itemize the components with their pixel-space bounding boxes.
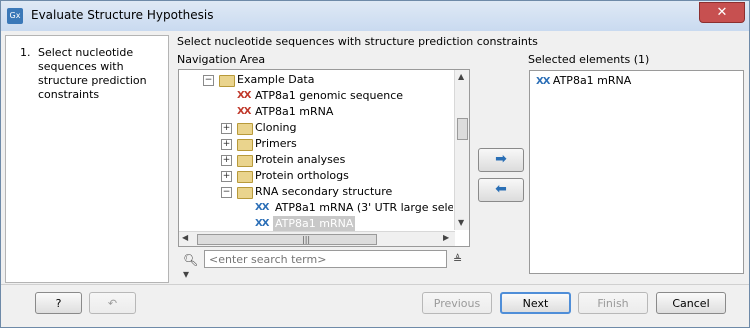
tree-item-label: Cloning — [255, 121, 297, 134]
tree-item-example-data[interactable]: − Example Data — [203, 72, 453, 88]
expand-icon[interactable]: + — [221, 171, 232, 182]
folder-icon — [237, 139, 253, 151]
dna-sequence-icon: XX — [237, 90, 251, 101]
horizontal-scrollbar[interactable]: ◀ ||| ▶ — [179, 231, 455, 246]
next-button[interactable]: Next — [500, 292, 571, 314]
tree-item-label: ATP8a1 mRNA — [255, 105, 334, 118]
list-item-label: ATP8a1 mRNA — [552, 74, 632, 87]
footer-divider — [1, 284, 749, 285]
tree-item-label: Primers — [255, 137, 297, 150]
folder-icon — [237, 155, 253, 167]
remove-from-selection-button[interactable]: ⬅ — [478, 178, 524, 202]
step-label: Select nucleotide sequences with structu… — [38, 46, 147, 101]
tree-item-label: ATP8a1 genomic sequence — [255, 89, 404, 102]
tree-item-genomic-sequence[interactable]: XX ATP8a1 genomic sequence — [237, 88, 457, 104]
window-title: Evaluate Structure Hypothesis — [31, 8, 214, 22]
tree-item-protein-orthologs[interactable]: + Protein orthologs — [221, 168, 451, 184]
scroll-thumb[interactable]: ||| — [197, 234, 377, 245]
scroll-up-icon[interactable]: ▲ — [458, 72, 464, 81]
title-bar: Gx Evaluate Structure Hypothesis ✕ — [1, 1, 749, 31]
sort-options-icon[interactable]: ≜ — [453, 253, 462, 266]
scroll-right-icon[interactable]: ▶ — [443, 233, 449, 242]
folder-icon — [237, 171, 253, 183]
content-title: Select nucleotide sequences with structu… — [177, 35, 538, 48]
tree-item-label: Example Data — [237, 73, 315, 86]
add-to-selection-button[interactable]: ➡ — [478, 148, 524, 172]
folder-icon — [237, 123, 253, 135]
tree-item-label: RNA secondary structure — [255, 185, 393, 198]
tree-item-mrna-selected[interactable]: XX ATP8a1 mRNA — [255, 216, 453, 232]
scroll-down-icon[interactable]: ▼ — [458, 218, 464, 227]
tree-item-mrna[interactable]: XX ATP8a1 mRNA — [237, 104, 457, 120]
step-number: 1. — [20, 46, 31, 59]
tree-item-protein-analyses[interactable]: + Protein analyses — [221, 152, 451, 168]
dialog-window: Gx Evaluate Structure Hypothesis ✕ 1. Se… — [0, 0, 750, 328]
tree-item-label: ATP8a1 mRNA (3' UTR large selection — [275, 201, 453, 214]
navigation-area-label: Navigation Area — [177, 53, 266, 66]
close-button[interactable]: ✕ — [699, 2, 745, 23]
collapse-icon[interactable]: − — [203, 75, 214, 86]
app-icon: Gx — [7, 8, 23, 24]
expand-icon[interactable]: + — [221, 123, 232, 134]
help-button[interactable]: ? — [35, 292, 82, 314]
tree-item-label: Protein analyses — [255, 153, 346, 166]
grip-icon: ||| — [302, 235, 311, 244]
expand-icon[interactable]: + — [221, 155, 232, 166]
expand-icon[interactable]: + — [221, 139, 232, 150]
dna-sequence-icon: XX — [237, 106, 251, 117]
tree-item-primers[interactable]: + Primers — [221, 136, 451, 152]
rna-sequence-icon: XX — [536, 76, 550, 87]
search-icon[interactable]: 🔍︎▾ — [183, 253, 203, 281]
list-item[interactable]: XX ATP8a1 mRNA — [536, 74, 631, 90]
folder-icon — [219, 75, 235, 87]
rna-sequence-icon: XX — [255, 202, 269, 213]
collapse-icon[interactable]: − — [221, 187, 232, 198]
folder-icon — [237, 187, 253, 199]
selected-elements-list[interactable]: XX ATP8a1 mRNA — [529, 70, 744, 274]
reset-button[interactable]: ↶ — [89, 292, 136, 314]
previous-button[interactable]: Previous — [422, 292, 492, 314]
rna-sequence-icon: XX — [255, 218, 269, 229]
wizard-steps-panel: 1. Select nucleotide sequences with stru… — [5, 35, 169, 283]
scroll-thumb[interactable] — [457, 118, 468, 140]
search-input[interactable] — [204, 250, 447, 268]
tree-item-rna-secondary-structure[interactable]: − RNA secondary structure — [221, 184, 451, 200]
tree-item-utr-selection[interactable]: XX ATP8a1 mRNA (3' UTR large selection — [255, 200, 453, 216]
tree-item-label: ATP8a1 mRNA — [273, 216, 356, 232]
vertical-scrollbar[interactable]: ▲ ▼ — [454, 70, 469, 230]
finish-button[interactable]: Finish — [578, 292, 648, 314]
navigation-tree[interactable]: − Example Data XX ATP8a1 genomic sequenc… — [178, 69, 470, 247]
selected-elements-label: Selected elements (1) — [528, 53, 650, 66]
scroll-left-icon[interactable]: ◀ — [182, 233, 188, 242]
tree-item-cloning[interactable]: + Cloning — [221, 120, 451, 136]
tree-item-label: Protein orthologs — [255, 169, 349, 182]
cancel-button[interactable]: Cancel — [656, 292, 726, 314]
